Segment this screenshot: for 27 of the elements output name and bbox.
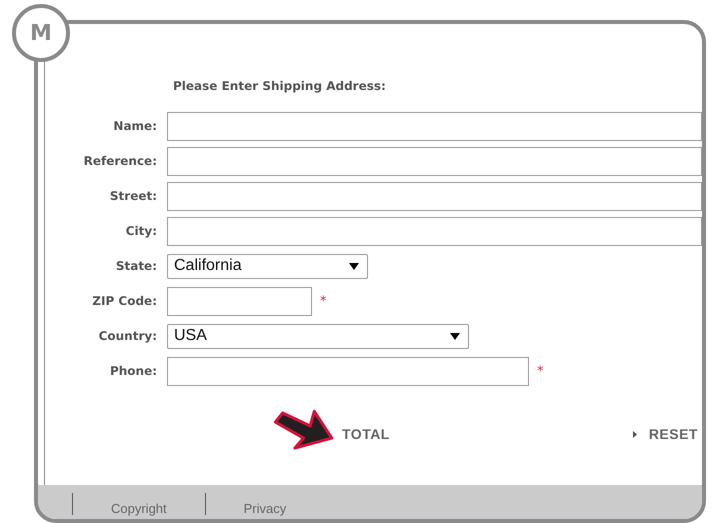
field-label: Phone:: [108, 364, 157, 378]
total-link[interactable]: TOTAL: [342, 426, 390, 442]
field-label: ZIP Code:: [91, 294, 157, 308]
letter-badge: M: [12, 4, 70, 62]
form-heading: Please Enter Shipping Address:: [173, 79, 387, 95]
caret-icon: [450, 332, 460, 340]
dropdown[interactable]: USA: [167, 324, 469, 348]
input-field[interactable]: [167, 216, 702, 246]
field-label: City:: [124, 224, 157, 238]
caret-icon: [349, 262, 359, 270]
triangle-icon: [632, 430, 637, 438]
required-mark: *: [320, 294, 326, 308]
input-field[interactable]: [167, 146, 702, 176]
field-label: Name:: [112, 119, 157, 133]
input-field[interactable]: [167, 112, 702, 140]
footer-link[interactable]: Copyright: [111, 501, 167, 516]
input-field[interactable]: [167, 356, 529, 386]
field-label: State:: [114, 259, 157, 273]
required-mark: *: [537, 364, 544, 378]
input-field[interactable]: [167, 286, 312, 316]
field-label: Country:: [98, 329, 157, 343]
field-label: Street:: [108, 189, 157, 203]
field-label: Reference:: [82, 154, 157, 168]
footer-link[interactable]: Privacy: [244, 501, 286, 516]
dropdown[interactable]: California: [167, 254, 368, 278]
input-field[interactable]: [167, 182, 702, 210]
reset-link[interactable]: RESET: [648, 426, 698, 442]
